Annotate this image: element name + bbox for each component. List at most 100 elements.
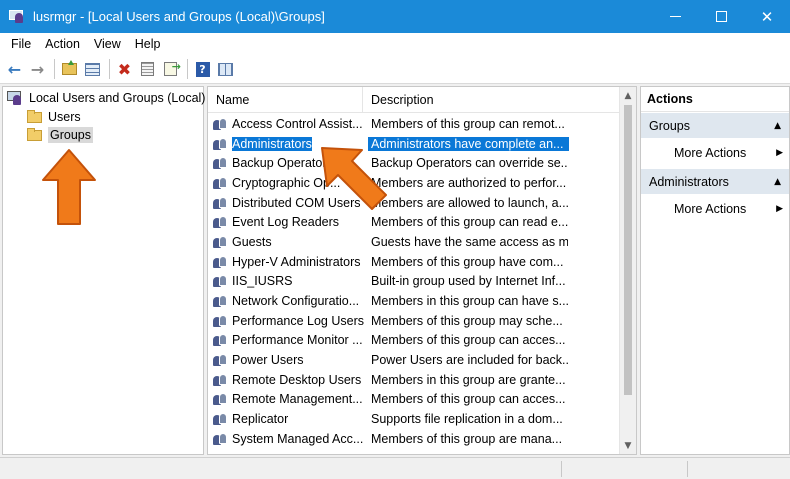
actions-section-label: Administrators: [649, 174, 729, 189]
close-icon: ✕: [760, 7, 774, 26]
scroll-up-icon[interactable]: ▲: [620, 87, 636, 104]
scroll-thumb[interactable]: [624, 105, 632, 395]
group-name: Guests: [232, 234, 272, 249]
group-name: System Managed Acc...: [232, 431, 364, 446]
table-row[interactable]: Power Users Power Users are included for …: [208, 350, 620, 370]
actions-section-administrators[interactable]: Administrators ▲: [641, 169, 789, 194]
folder-up-icon: [62, 60, 77, 75]
minimize-button[interactable]: [652, 0, 698, 33]
more-actions-groups[interactable]: More Actions ▶: [641, 138, 789, 168]
up-one-level-button[interactable]: [59, 59, 80, 80]
group-description: Members of this group have com...: [371, 254, 564, 269]
title-bar: lusrmgr - [Local Users and Groups (Local…: [0, 0, 790, 33]
forward-button[interactable]: →: [27, 59, 48, 80]
table-row[interactable]: Remote Management... Members of this grou…: [208, 390, 620, 410]
group-name-cell: Performance Log Users: [208, 314, 368, 328]
table-row[interactable]: Distributed COM Users Members are allowed…: [208, 193, 620, 213]
lusrmgr-app-icon[interactable]: [9, 9, 25, 25]
column-header-name[interactable]: Name: [208, 87, 363, 113]
table-row[interactable]: Performance Log Users Members of this gro…: [208, 311, 620, 331]
computer-users-icon: [7, 91, 23, 105]
group-name-cell: Guests: [208, 235, 368, 249]
show-action-pane-button[interactable]: [215, 59, 236, 80]
group-icon: [213, 274, 228, 288]
collapse-up-icon[interactable]: ▲: [774, 177, 781, 187]
status-bar-divider: [561, 461, 562, 477]
table-row[interactable]: System Managed Acc... Members of this gro…: [208, 429, 620, 449]
submenu-arrow-icon: ▶: [776, 204, 783, 214]
column-header-description[interactable]: Description: [363, 87, 620, 113]
table-row[interactable]: Administrators Administrators have comple…: [208, 134, 620, 154]
actions-pane: Actions Groups ▲ More Actions ▶ Administ…: [640, 86, 790, 455]
group-name-cell: Distributed COM Users: [208, 196, 368, 210]
table-row[interactable]: Hyper-V Administrators Members of this gr…: [208, 252, 620, 272]
group-icon: [213, 392, 228, 406]
group-name-cell: Remote Desktop Users: [208, 373, 368, 387]
group-name-cell: IIS_IUSRS: [208, 274, 368, 288]
group-icon: [213, 294, 228, 308]
group-name: Backup Operators: [232, 156, 333, 171]
maximize-button[interactable]: [698, 0, 744, 33]
table-row[interactable]: Remote Desktop Users Members in this grou…: [208, 370, 620, 390]
back-button[interactable]: ←: [4, 59, 25, 80]
group-name: Event Log Readers: [232, 215, 340, 230]
table-row[interactable]: Access Control Assist... Members of this …: [208, 114, 620, 134]
group-description: Guests have the same access as m...: [371, 234, 568, 249]
table-row[interactable]: Replicator Supports file replication in a…: [208, 409, 620, 429]
actions-section-groups[interactable]: Groups ▲: [641, 113, 789, 138]
table-row[interactable]: Guests Guests have the same access as m..…: [208, 232, 620, 252]
export-list-button[interactable]: [160, 59, 181, 80]
group-name: Distributed COM Users: [232, 195, 361, 210]
scroll-down-icon[interactable]: ▼: [620, 437, 636, 454]
menu-help[interactable]: Help: [128, 37, 168, 51]
tree-item-users[interactable]: Users: [27, 108, 81, 126]
table-row[interactable]: Cryptographic Op... Members are authorize…: [208, 173, 620, 193]
table-row[interactable]: Backup Operators Backup Operators can ove…: [208, 153, 620, 173]
group-name: Replicator: [232, 412, 289, 427]
group-description: Members of this group can remot...: [371, 116, 565, 131]
more-actions-administrators[interactable]: More Actions ▶: [641, 194, 789, 224]
group-icon: [213, 353, 228, 367]
list-rows: Access Control Assist... Members of this …: [208, 114, 620, 449]
group-name-cell: Backup Operators: [208, 156, 368, 170]
table-row[interactable]: IIS_IUSRS Built-in group used by Internet…: [208, 272, 620, 292]
help-icon: ?: [195, 61, 210, 77]
arrow-left-icon: ←: [7, 59, 22, 79]
tree-root-label: Local Users and Groups (Local): [29, 91, 206, 105]
toolbar-separator: [109, 59, 110, 79]
close-button[interactable]: ✕: [744, 0, 790, 33]
group-description: Members of this group are mana...: [371, 431, 563, 446]
toolbar-separator: [54, 59, 55, 79]
properties-button[interactable]: [137, 59, 158, 80]
table-row[interactable]: Event Log Readers Members of this group c…: [208, 212, 620, 232]
tree-root-local-users-and-groups[interactable]: Local Users and Groups (Local): [7, 91, 205, 105]
menu-view[interactable]: View: [87, 37, 128, 51]
tree-item-groups[interactable]: Groups: [27, 126, 93, 144]
group-name: IIS_IUSRS: [232, 274, 293, 289]
table-row[interactable]: Performance Monitor ... Members of this g…: [208, 331, 620, 351]
group-icon: [213, 176, 228, 190]
status-bar: [0, 457, 790, 479]
actions-section-label: Groups: [649, 118, 690, 133]
vertical-scrollbar[interactable]: ▲ ▼: [619, 87, 636, 454]
properties-icon: [141, 62, 154, 76]
group-description: Members of this group can acces...: [371, 333, 566, 348]
minimize-icon: [669, 16, 681, 17]
group-name-cell: Performance Monitor ...: [208, 333, 368, 347]
show-hide-console-tree-button[interactable]: [82, 59, 103, 80]
group-description: Members are authorized to perfor...: [371, 175, 567, 190]
collapse-up-icon[interactable]: ▲: [774, 121, 781, 131]
group-name: Performance Monitor ...: [232, 333, 363, 348]
group-description: Members of this group can read e...: [371, 215, 568, 230]
menu-file[interactable]: File: [4, 37, 38, 51]
menu-action[interactable]: Action: [38, 37, 87, 51]
table-row[interactable]: Network Configuratio... Members in this g…: [208, 291, 620, 311]
maximize-icon: [715, 11, 727, 22]
export-icon: [164, 60, 181, 76]
group-name-cell: Access Control Assist...: [208, 117, 368, 131]
delete-button[interactable]: ✖: [114, 59, 135, 80]
group-name: Administrators: [232, 136, 312, 151]
group-name-cell: Power Users: [208, 353, 368, 367]
action-pane-icon: [218, 62, 233, 76]
help-button[interactable]: ?: [192, 59, 213, 80]
